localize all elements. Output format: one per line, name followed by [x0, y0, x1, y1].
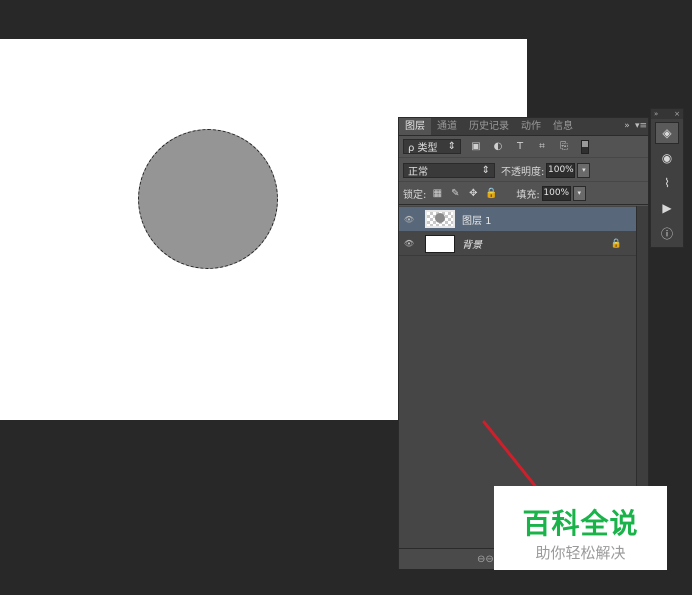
watermark-title: 百科全说: [522, 507, 639, 540]
watermark-subtitle: 助你轻松解决: [535, 544, 626, 562]
watermark-logo: 百科全说 助你轻松解决: [494, 486, 667, 570]
